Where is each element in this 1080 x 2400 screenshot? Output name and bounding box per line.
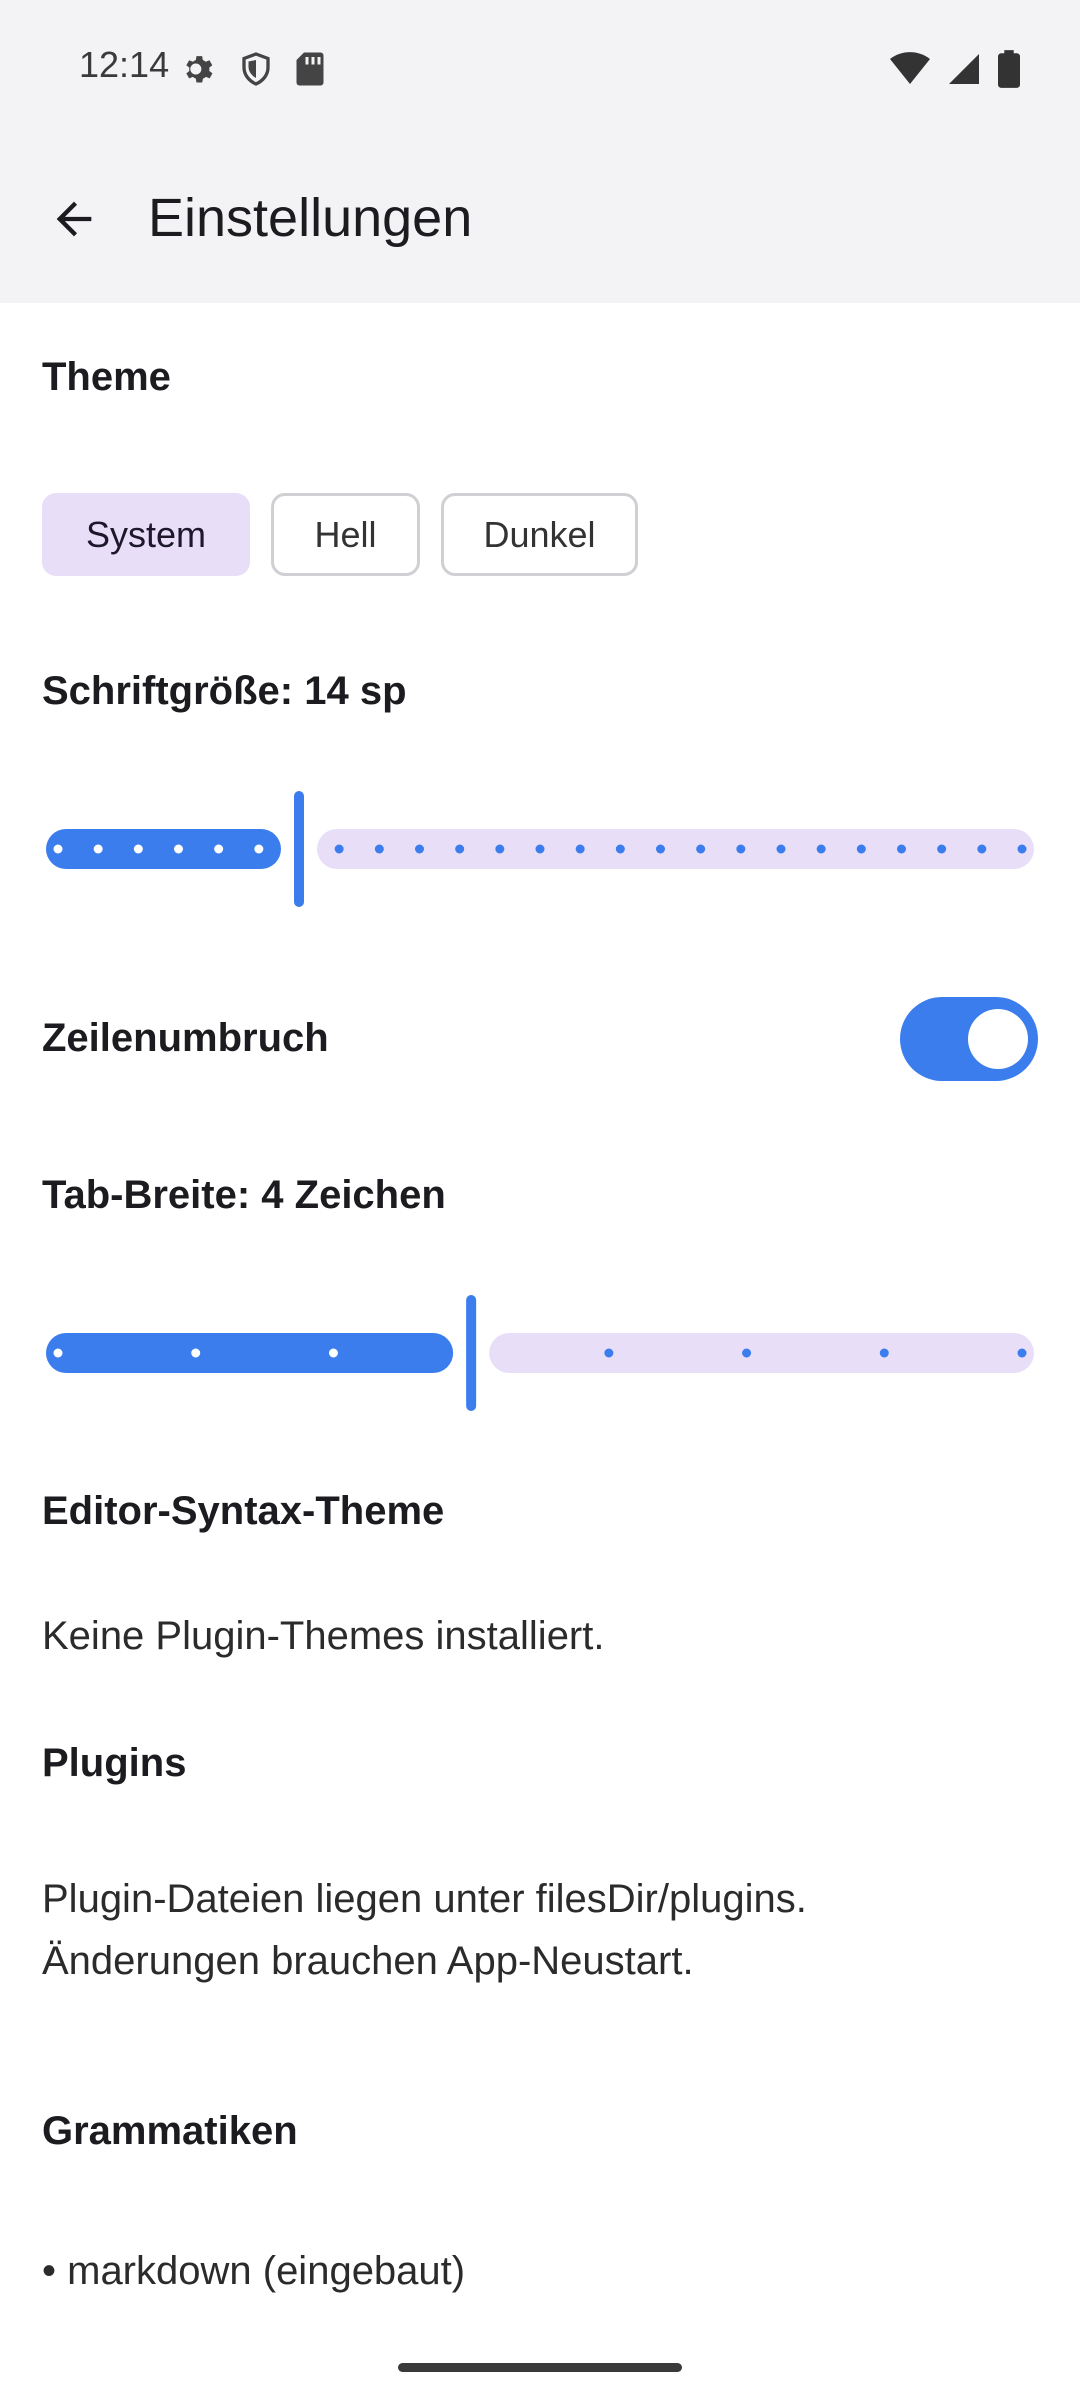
battery-icon [998,50,1020,93]
tab-width-title: Tab-Breite: 4 Zeichen [42,1173,446,1217]
shield-icon [238,51,274,92]
theme-option-dunkel[interactable]: Dunkel [441,493,638,576]
slider-tick [328,1348,338,1358]
slider-tick [191,1348,201,1358]
slider-tick [742,1348,752,1358]
slider-tick [495,844,505,854]
slider-tick [133,844,143,854]
slider-tick [776,844,786,854]
slider-tick [374,844,384,854]
font-size-slider-graphic [46,791,1034,907]
app-bar: Einstellungen [0,135,1080,303]
slider-tick [334,844,344,854]
theme-title: Theme [42,355,171,399]
slider-inactive-track [317,829,1034,869]
home-indicator[interactable] [398,2363,682,2372]
slider-tick [604,1348,614,1358]
slider-active-track [46,1333,454,1373]
tab-width-slider[interactable] [46,1293,1034,1413]
status-bar: 12:14 [0,0,1080,135]
slider-tick [816,844,826,854]
slider-tick [455,844,465,854]
slider-tick [93,844,103,854]
slider-tick [656,844,665,854]
wrap-toggle[interactable] [900,997,1038,1081]
slider-tick [214,844,224,854]
slider-tick [879,1348,889,1358]
slider-tick [696,844,706,854]
theme-option-system[interactable]: System [42,493,250,576]
theme-option-hell[interactable]: Hell [271,493,420,576]
tab-width-slider-graphic [46,1295,1034,1411]
slider-tick [174,844,183,854]
status-icons-left [180,50,326,93]
slider-tick [1017,1348,1027,1358]
slider-thumb [294,791,304,907]
theme-option-label: Dunkel [483,513,596,555]
slider-thumb [466,1295,477,1411]
toggle-knob [968,1009,1028,1069]
slider-tick [53,844,63,854]
font-size-title: Schriftgröße: 14 sp [42,669,407,713]
page-title: Einstellungen [148,188,473,248]
slider-tick [615,844,625,854]
slider-tick [937,844,947,854]
wifi-icon [890,52,930,91]
slider-tick [254,844,264,854]
editor-theme-text: Keine Plugin-Themes installiert. [42,1614,605,1658]
slider-tick [53,1348,63,1358]
arrow-back-icon [56,201,92,237]
plugins-text-line2: Änderungen brauchen App-Neustart. [42,1939,694,1983]
editor-theme-title: Editor-Syntax-Theme [42,1489,445,1533]
plugins-text-line1: Plugin-Dateien liegen unter filesDir/plu… [42,1877,807,1921]
slider-tick [1017,844,1027,854]
slider-tick [415,844,424,854]
status-time: 12:14 [79,44,170,85]
sd-card-icon [294,51,326,92]
slider-inactive-track [489,1333,1034,1373]
grammars-title: Grammatiken [42,2109,298,2153]
status-icons-right [890,50,1020,93]
back-button[interactable] [38,183,110,255]
slider-active-track [46,829,281,869]
slider-tick [736,844,746,854]
slider-tick [897,844,906,854]
slider-tick [575,844,585,854]
gear-icon [180,50,218,93]
grammar-item: • markdown (eingebaut) [42,2249,466,2293]
theme-option-label: Hell [314,513,377,555]
slider-tick [856,844,866,854]
theme-option-label: System [85,513,207,555]
font-size-slider[interactable] [46,789,1034,909]
plugins-title: Plugins [42,1741,187,1785]
slider-tick [535,844,545,854]
slider-tick [977,844,987,854]
wrap-title: Zeilenumbruch [42,1016,329,1060]
signal-icon [946,51,982,92]
